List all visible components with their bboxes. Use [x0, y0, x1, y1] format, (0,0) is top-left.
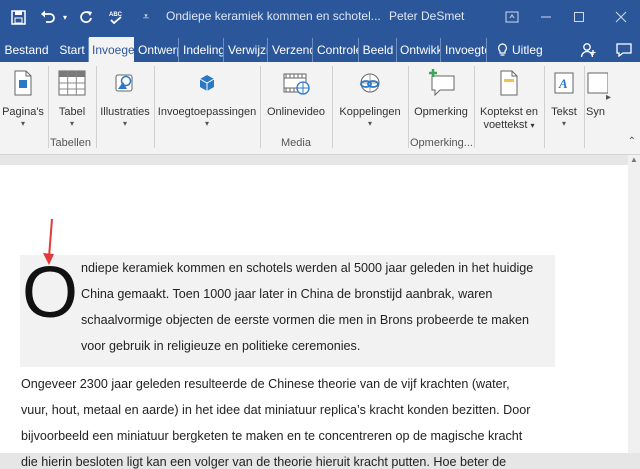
document-page[interactable]: O ndiepe keramiek kommen en schotels wer…: [0, 165, 628, 469]
vertical-scrollbar[interactable]: ▲: [628, 155, 640, 453]
document-title: Ondiepe keramiek kommen en schotel...: [166, 9, 381, 23]
chevron-down-icon: ▾: [367, 119, 372, 128]
tab-start[interactable]: Start: [56, 38, 89, 62]
user-name[interactable]: Peter DeSmet: [389, 9, 464, 23]
symbol-icon: [587, 72, 608, 94]
tabel-button[interactable]: Tabel ▾: [52, 64, 92, 132]
paragraph-line: ndiepe keramiek kommen en schotels werde…: [81, 261, 534, 275]
tell-me-box[interactable]: Uitleg: [497, 38, 543, 62]
comments-button[interactable]: [612, 38, 636, 62]
opmerking-button[interactable]: Opmerking: [410, 64, 472, 132]
chevron-down-icon: ▾: [204, 119, 209, 128]
header-footer-icon: [500, 70, 518, 96]
onlinevideo-button[interactable]: Onlinevideo: [262, 64, 330, 132]
spelling-check-icon: ABC: [109, 12, 123, 25]
text-box-icon: A: [554, 72, 574, 94]
lightbulb-icon: [498, 43, 507, 56]
chevron-down-icon: ▾: [530, 121, 535, 130]
customize-qat-button[interactable]: ⩡: [134, 5, 158, 29]
tab-ontwerp[interactable]: Ontwerp: [135, 38, 179, 62]
ribbon-display-options-button[interactable]: [497, 4, 527, 30]
tab-controleren[interactable]: Controleren: [314, 38, 359, 62]
save-icon: [10, 9, 26, 25]
new-comment-icon: [429, 69, 455, 97]
ribbon-display-icon: [505, 11, 519, 23]
group-label-tabellen: Tabellen: [50, 137, 91, 149]
group-label-opmerkingen: Opmerking...: [410, 137, 473, 149]
table-icon: [58, 70, 86, 96]
illustrations-shapes-icon: [115, 74, 133, 92]
paragraph-line: China gemaakt. Toen 1000 jaar later in C…: [81, 287, 493, 301]
drop-cap-letter[interactable]: O: [22, 253, 78, 333]
koppelingen-button[interactable]: Koppelingen ▾: [334, 64, 406, 132]
links-icon: [360, 73, 380, 93]
paragraph-line: vuur, hout, metaal en aarde) in het idee…: [21, 403, 531, 417]
close-icon: [615, 11, 627, 23]
chevron-down-icon: ▾: [20, 119, 25, 128]
tab-beeld[interactable]: Beeld: [360, 38, 397, 62]
tekst-button[interactable]: A Tekst ▾: [546, 64, 582, 132]
add-ins-icon: [199, 75, 215, 91]
collapse-ribbon-button[interactable]: ⌃: [628, 136, 636, 147]
title-bar: ▾ ABC ⩡ Ondiepe keramiek kommen en schot…: [0, 0, 640, 34]
symbolen-button[interactable]: Syn: [586, 64, 608, 132]
scroll-up-button[interactable]: ▲: [630, 155, 638, 164]
svg-text:A: A: [558, 76, 568, 91]
pages-icon: [14, 70, 32, 96]
online-video-icon: [283, 73, 310, 95]
chevron-down-icon: ▾: [62, 12, 67, 22]
save-button[interactable]: [6, 5, 30, 29]
close-button[interactable]: [606, 4, 636, 30]
quick-access-toolbar: ▾ ABC ⩡: [6, 0, 158, 34]
invoegtoepassingen-button[interactable]: Invoegtoepassingen ▾: [156, 64, 258, 132]
koptekst-voettekst-button[interactable]: Koptekst en voettekst ▾: [476, 64, 542, 132]
paragraph-line: die hierin besloten ligt kan een volger …: [21, 455, 507, 469]
paragraph-line: bijvoorbeeld een miniatuur bergketen te …: [21, 429, 523, 443]
chevron-down-icon: ▾: [69, 119, 74, 128]
ribbon-tabs: Bestand Start Invoegen Ontwerp Indeling …: [0, 34, 640, 62]
paragraph-line: schaalvormige objecten de eerste vormen …: [81, 313, 530, 327]
comment-icon: [616, 43, 632, 57]
tab-bestand[interactable]: Bestand: [2, 38, 51, 62]
share-button[interactable]: [576, 38, 600, 62]
minimize-icon: [541, 16, 551, 18]
maximize-icon: [574, 12, 584, 22]
paragraph-line: Ongeveer 2300 jaar geleden resulteerde d…: [21, 377, 510, 391]
document-area: O ndiepe keramiek kommen en schotels wer…: [0, 155, 640, 469]
tab-verzendlijsten[interactable]: Verzendlijsten: [269, 38, 313, 62]
tab-verwijzingen[interactable]: Verwijzingen: [225, 38, 268, 62]
undo-dropdown[interactable]: ▾: [60, 5, 70, 29]
tab-indeling[interactable]: Indeling: [180, 38, 224, 62]
group-label-media: Media: [281, 137, 311, 149]
chevron-up-icon: ▲: [630, 155, 638, 164]
undo-icon: [41, 10, 55, 23]
paginas-button[interactable]: Pagina's ▾: [0, 64, 46, 132]
customize-icon: ⩡: [142, 10, 150, 23]
maximize-button[interactable]: [564, 4, 594, 30]
chevron-up-icon: ⌃: [627, 136, 636, 147]
chevron-down-icon: ▾: [561, 119, 566, 128]
redo-icon: [80, 11, 92, 23]
undo-button[interactable]: [36, 5, 60, 29]
chevron-down-icon: ▾: [122, 119, 127, 128]
spelling-button[interactable]: ABC: [104, 5, 128, 29]
minimize-button[interactable]: [531, 4, 561, 30]
share-person-icon: [580, 43, 596, 58]
redo-button[interactable]: [74, 5, 98, 29]
chevron-right-icon: ▸: [606, 92, 612, 103]
tab-invoegen[interactable]: Invoegen: [89, 37, 134, 62]
ribbon-invoegen: Pagina's ▾ Tabel ▾ Tabellen Illustraties…: [0, 62, 640, 155]
tab-ontwikkelaars[interactable]: Ontwikkelaars: [397, 38, 441, 62]
ribbon-scroll-right-button[interactable]: ▸: [606, 92, 611, 103]
illustraties-button[interactable]: Illustraties ▾: [98, 64, 152, 132]
paragraph-line: voor gebruik in religieuze en politieke …: [81, 339, 361, 353]
tab-invoegtoepassingen[interactable]: Invoegtoepassingen: [442, 38, 487, 62]
